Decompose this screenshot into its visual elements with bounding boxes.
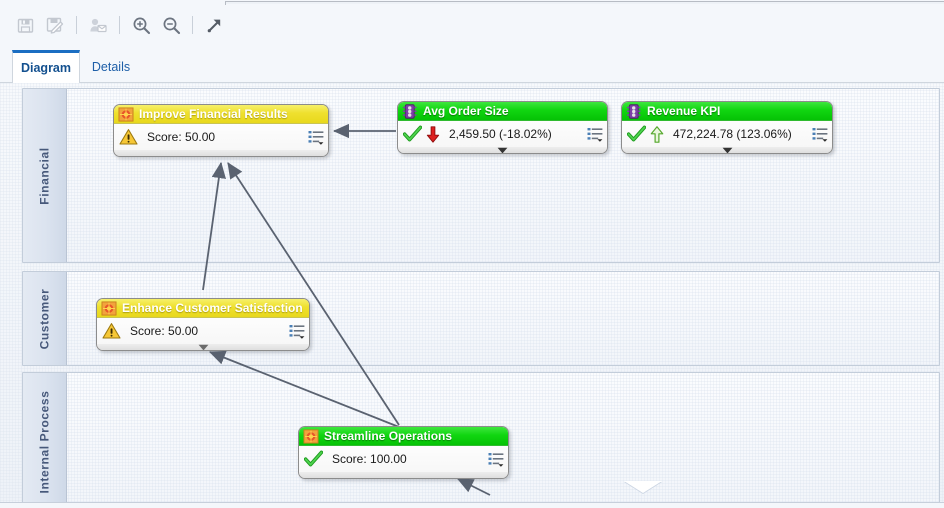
save-icon [17, 18, 33, 33]
detail-list-icon[interactable] [587, 127, 603, 142]
node-improve-financial-results-title: Improve Financial Results [139, 107, 288, 121]
node-streamline-operations-value: Score: 100.00 [332, 452, 407, 466]
node-enhance-customer-satisfaction-value: Score: 50.00 [130, 324, 199, 338]
toolbar-separator-3 [192, 16, 193, 34]
canvas-surface: Financial Customer Internal Process Impr… [0, 83, 944, 504]
swimlane-financial-text: Financial [37, 146, 52, 205]
node-streamline-operations-footer [299, 472, 508, 478]
detail-list-icon[interactable] [488, 452, 504, 467]
node-avg-order-size-body: 2,459.50 (-18.02%) [398, 121, 607, 147]
detail-list-icon[interactable] [289, 324, 305, 339]
zoom-in-button[interactable] [126, 11, 156, 39]
node-enhance-customer-satisfaction-body: Score: 50.00 [97, 318, 309, 344]
node-streamline-operations-header: Streamline Operations [299, 427, 508, 446]
save-and-close-button[interactable] [40, 11, 70, 39]
node-streamline-operations[interactable]: Streamline Operations Score: 100.00 [298, 426, 509, 479]
toolbar-separator-1 [76, 16, 77, 34]
window-bottom-strip [0, 503, 944, 508]
swimlane-customer-label: Customer [23, 272, 67, 365]
node-revenue-kpi-body: 472,224.78 (123.06%) [622, 121, 832, 147]
scorecard-diagram-window: Diagram Details Financial Customer Inter… [0, 0, 944, 508]
collapse-chevron-icon[interactable] [497, 147, 508, 154]
green-check-icon [627, 125, 646, 142]
objective-target-icon [303, 428, 319, 444]
diagram-tabstrip: Diagram Details [0, 50, 944, 83]
node-revenue-kpi-footer [622, 147, 832, 154]
node-improve-financial-results-footer [114, 150, 328, 156]
save-button[interactable] [10, 11, 40, 39]
zoom-out-icon [163, 17, 180, 34]
full-screen-button[interactable] [199, 11, 229, 39]
node-improve-financial-results-body: Score: 50.00 [114, 124, 328, 150]
node-enhance-customer-satisfaction-title: Enhance Customer Satisfaction [122, 301, 303, 315]
swimlane-internal-process-label: Internal Process [23, 373, 67, 504]
red-down-arrow-icon [426, 125, 440, 143]
node-revenue-kpi-value: 472,224.78 (123.06%) [673, 127, 792, 141]
swimlane-customer-text: Customer [37, 288, 52, 349]
warning-triangle-icon [102, 323, 121, 339]
zoom-in-icon [133, 17, 150, 34]
assign-owner-button[interactable] [83, 11, 113, 39]
node-avg-order-size-footer [398, 147, 607, 154]
node-streamline-operations-body: Score: 100.00 [299, 446, 508, 472]
node-enhance-customer-satisfaction-header: Enhance Customer Satisfaction [97, 299, 309, 318]
objective-target-icon [118, 106, 134, 122]
node-streamline-operations-title: Streamline Operations [324, 429, 453, 443]
toolbar-separator-2 [119, 16, 120, 34]
expand-icon [207, 19, 220, 32]
tab-details-label: Details [91, 59, 131, 74]
tab-diagram-label: Diagram [20, 61, 72, 75]
detail-list-icon[interactable] [812, 127, 828, 142]
swimlane-internal-process-text: Internal Process [37, 390, 52, 494]
assign-owner-icon [90, 18, 107, 32]
collapse-chevron-icon[interactable] [722, 147, 733, 154]
node-avg-order-size-header: Avg Order Size [398, 102, 607, 121]
tab-details[interactable]: Details [80, 50, 142, 83]
node-avg-order-size-title: Avg Order Size [423, 104, 509, 118]
detail-list-icon[interactable] [308, 130, 324, 145]
node-improve-financial-results[interactable]: Improve Financial Results Score: 50.00 [113, 104, 329, 157]
kpi-traffic-light-icon [403, 103, 417, 119]
strategy-map-canvas[interactable]: Financial Customer Internal Process Impr… [0, 83, 944, 504]
collapse-chevron-icon[interactable] [198, 344, 209, 351]
node-revenue-kpi-title: Revenue KPI [647, 104, 721, 118]
green-up-arrow-icon [650, 125, 664, 143]
node-enhance-customer-satisfaction[interactable]: Enhance Customer Satisfaction Score: 50.… [96, 298, 310, 351]
green-check-icon [403, 125, 422, 142]
diagram-toolbar [0, 5, 944, 45]
scroll-down-arrow[interactable] [624, 481, 662, 493]
node-revenue-kpi-header: Revenue KPI [622, 102, 832, 121]
swimlane-financial-label: Financial [23, 89, 67, 262]
window-top-edge [225, 1, 944, 4]
green-check-icon [304, 450, 323, 467]
node-improve-financial-results-header: Improve Financial Results [114, 105, 328, 124]
save-and-close-icon [46, 17, 64, 34]
objective-target-icon [101, 300, 117, 316]
zoom-out-button[interactable] [156, 11, 186, 39]
tab-diagram[interactable]: Diagram [12, 50, 80, 83]
kpi-traffic-light-icon [627, 103, 641, 119]
node-avg-order-size-value: 2,459.50 (-18.02%) [449, 127, 552, 141]
node-enhance-customer-satisfaction-footer [97, 344, 309, 351]
node-avg-order-size[interactable]: Avg Order Size 2,459.50 (-18.02%) [397, 101, 608, 154]
node-revenue-kpi[interactable]: Revenue KPI 472,224.78 (123.06%) [621, 101, 833, 154]
node-improve-financial-results-value: Score: 50.00 [147, 130, 216, 144]
warning-triangle-icon [119, 129, 138, 145]
